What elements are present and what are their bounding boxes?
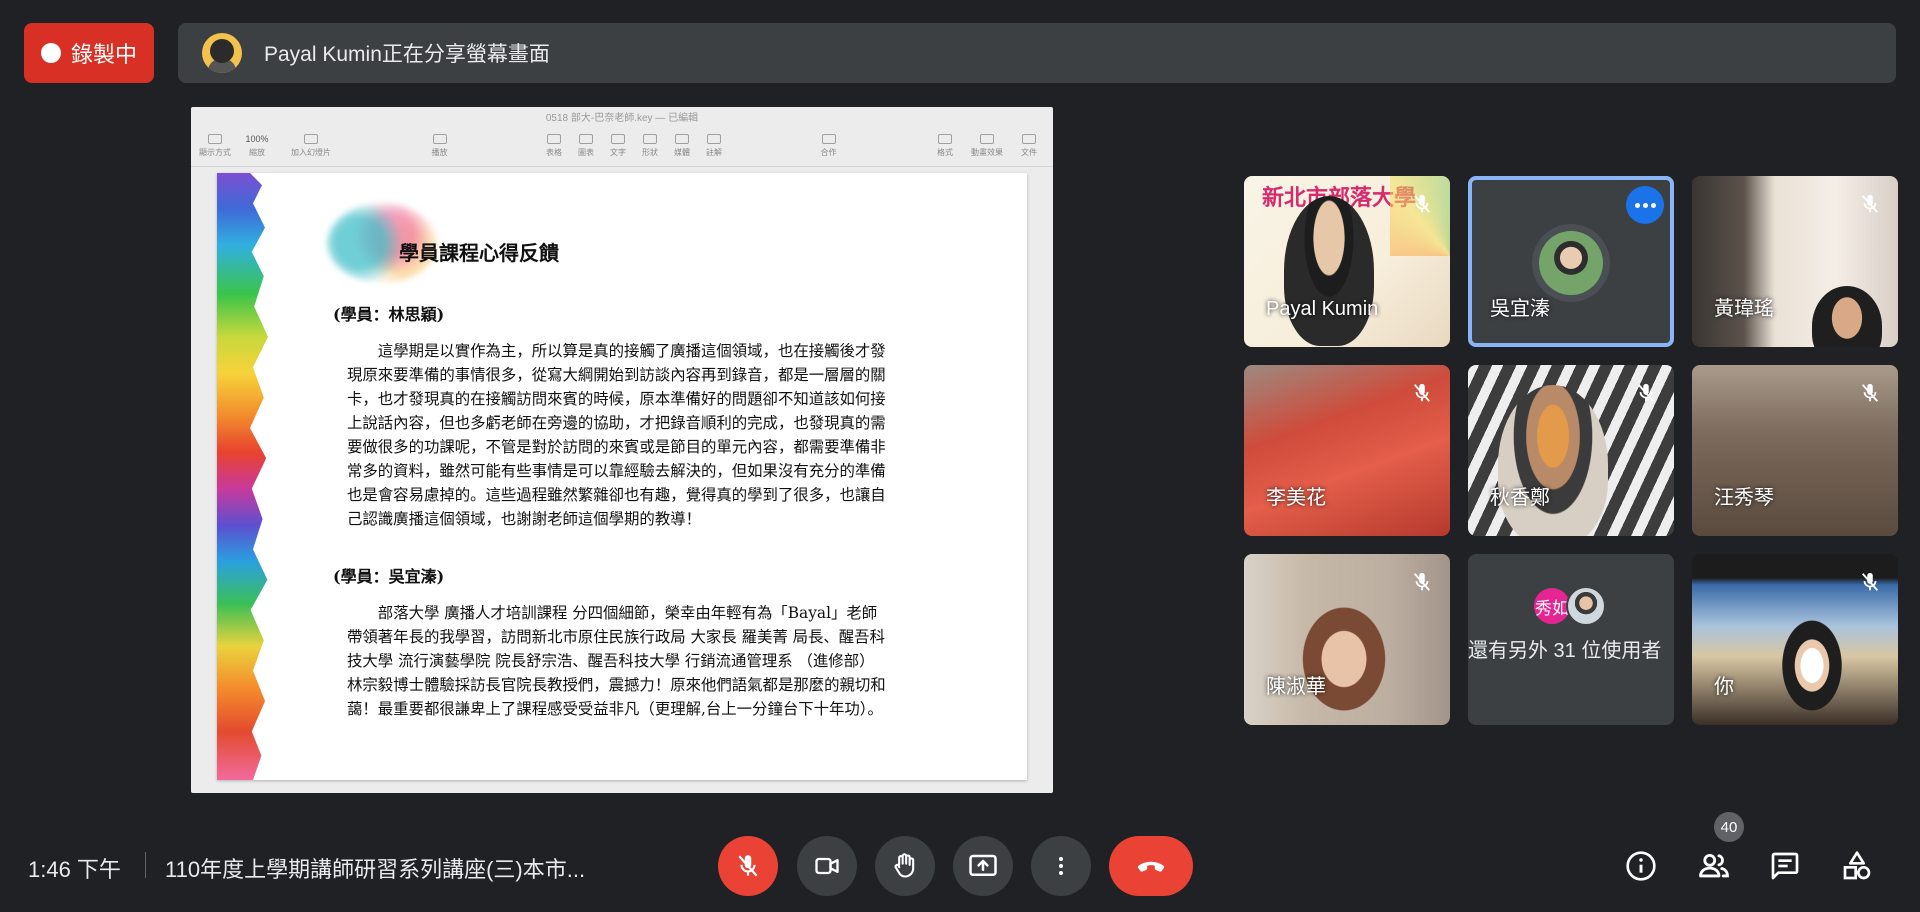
- record-dot-icon: [40, 43, 61, 63]
- toolbar-comment: 註解: [698, 133, 730, 158]
- meeting-controls-bar: 1:46 下午 110年度上學期講師研習系列講座(三)本市...: [0, 812, 1920, 912]
- share-banner-text: Payal Kumin正在分享螢幕畫面: [264, 43, 550, 66]
- toolbar-text: 文字: [602, 133, 634, 158]
- toolbar-document: 文件: [1011, 133, 1047, 158]
- mic-off-icon: [1856, 568, 1884, 596]
- toolbar-animate: 動畫效果: [963, 133, 1011, 158]
- participant-name: 黃瑋瑤: [1714, 298, 1774, 320]
- toolbar-view: 顯示方式: [197, 133, 233, 158]
- toolbar-play: 播放: [422, 133, 458, 158]
- participants-button[interactable]: [1690, 842, 1738, 890]
- more-options-button[interactable]: [1031, 836, 1091, 896]
- screen-share-banner: Payal Kumin正在分享螢幕畫面: [178, 23, 1896, 83]
- more-vert-icon: [1059, 857, 1063, 875]
- participant-video: [1772, 616, 1852, 725]
- recording-badge[interactable]: 錄製中: [24, 23, 154, 83]
- meeting-details-button[interactable]: [1617, 842, 1665, 890]
- recording-label: 錄製中: [70, 42, 137, 67]
- avatar: [1532, 224, 1610, 302]
- student2-label: (學員：吳宜溱): [333, 567, 445, 586]
- mic-off-icon: [1856, 379, 1884, 407]
- chat-button[interactable]: [1761, 842, 1809, 890]
- student1-feedback: 這學期是以實作為主，所以算是真的接觸了廣播這個領域，也在接觸後才發現原來要準備的…: [347, 342, 886, 528]
- participant-name: Payal Kumin: [1266, 298, 1379, 320]
- people-icon: [1699, 853, 1729, 878]
- shared-screen: 0518 部大-巴奈老師.key — 已編輯 顯示方式 100% 縮放 加入幻燈片…: [191, 107, 1053, 793]
- toolbar-collaborate: 合作: [811, 133, 847, 158]
- mic-off-icon: [1408, 568, 1436, 596]
- raise-hand-button[interactable]: [875, 836, 935, 896]
- keynote-window-title: 0518 部大-巴奈老師.key — 已編輯: [545, 112, 699, 124]
- keynote-toolbar: 顯示方式 100% 縮放 加入幻燈片 播放 表格 圖表 文字 形狀 媒體 註解 合…: [191, 125, 1053, 167]
- participant-video: [1812, 286, 1882, 347]
- participant-tile-wang[interactable]: 汪秀琴: [1692, 365, 1898, 536]
- participant-name: 陳淑華: [1266, 676, 1326, 698]
- participant-name: 你: [1714, 676, 1734, 698]
- info-icon: [1626, 851, 1656, 881]
- divider: [145, 852, 146, 878]
- participant-name: 秋香鄭: [1490, 487, 1550, 509]
- present-now-button[interactable]: [953, 836, 1013, 896]
- mic-off-icon: [1408, 190, 1436, 218]
- participant-video: [1284, 196, 1374, 346]
- participant-name: 吳宜溱: [1490, 298, 1550, 320]
- toolbar-zoom: 100% 縮放: [245, 133, 269, 157]
- participant-tile-self[interactable]: 你: [1692, 554, 1898, 725]
- participant-name: 李美花: [1266, 487, 1326, 509]
- participant-count-badge: 40: [1714, 812, 1744, 842]
- mic-off-icon: [1632, 379, 1660, 407]
- activities-button[interactable]: [1833, 842, 1881, 890]
- others-count-text: 還有另外 31 位使用者: [1468, 640, 1662, 662]
- student2-feedback: 部落大學 廣播人才培訓課程 分四個細節，榮幸由年輕有為「Bayal」老師帶領著年…: [347, 604, 886, 718]
- participant-tile-chen[interactable]: 陳淑華: [1244, 554, 1450, 725]
- participant-tile-payal[interactable]: 新北市部落大學 Payal Kumin: [1244, 176, 1450, 347]
- presenter-avatar: [202, 33, 242, 73]
- present-icon: [969, 854, 997, 876]
- meeting-time: 1:46 下午: [28, 857, 121, 882]
- slide-heading: 學員課程心得反饋: [399, 241, 559, 265]
- participant-video: [1498, 385, 1608, 536]
- mic-off-icon: [738, 855, 758, 877]
- participant-tile-qiu[interactable]: 秋香鄭: [1468, 365, 1674, 536]
- mic-off-icon: [1408, 379, 1436, 407]
- end-call-icon: [1137, 861, 1165, 872]
- participant-name: 汪秀琴: [1714, 487, 1774, 509]
- toolbar-add-slide: 加入幻燈片: [281, 133, 341, 158]
- microphone-button[interactable]: [718, 836, 778, 896]
- participant-tile-others[interactable]: 秀如 還有另外 31 位使用者: [1468, 554, 1674, 725]
- camera-button[interactable]: [797, 836, 857, 896]
- toolbar-media: 媒體: [666, 133, 698, 158]
- participant-tile-wu[interactable]: 吳宜溱: [1468, 176, 1674, 347]
- student1-label: (學員：林思穎): [333, 305, 445, 324]
- more-options-icon[interactable]: [1626, 186, 1664, 224]
- camera-icon: [815, 857, 839, 875]
- others-avatars: 秀如: [1532, 586, 1606, 626]
- participant-video: [1284, 584, 1404, 725]
- rainbow-decoration: [217, 173, 268, 780]
- chat-icon: [1771, 852, 1799, 880]
- mic-off-icon: [1856, 190, 1884, 218]
- meeting-title[interactable]: 110年度上學期講師研習系列講座(三)本市...: [165, 852, 625, 884]
- raise-hand-icon: [894, 853, 915, 878]
- toolbar-format: 格式: [927, 133, 963, 158]
- leave-call-button[interactable]: [1109, 836, 1193, 896]
- activities-icon: [1843, 851, 1871, 880]
- toolbar-chart: 圖表: [570, 133, 602, 158]
- toolbar-shape: 形狀: [634, 133, 666, 158]
- presentation-slide: 學員課程心得反饋 (學員：林思穎) 這學期是以實作為主，所以算是真的接觸了廣播這…: [217, 173, 1027, 780]
- avatar: [1566, 586, 1606, 626]
- toolbar-table: 表格: [538, 133, 570, 158]
- participant-tile-li[interactable]: 李美花: [1244, 365, 1450, 536]
- participant-tile-huang[interactable]: 黃瑋瑤: [1692, 176, 1898, 347]
